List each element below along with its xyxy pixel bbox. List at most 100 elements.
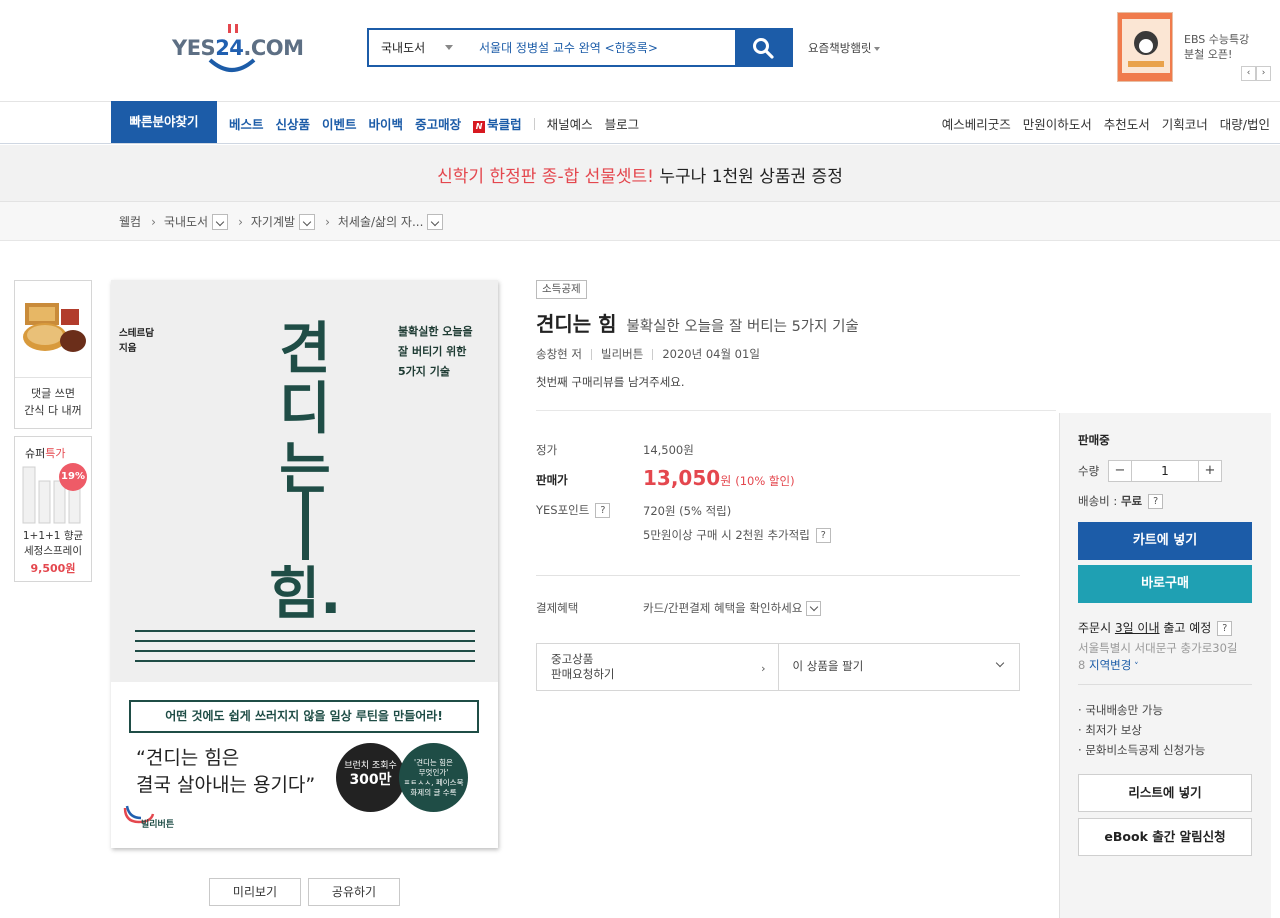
cover-sub1: 불확실한 오늘을 — [398, 325, 473, 338]
benefit-item: · 최저가 보상 — [1078, 723, 1142, 737]
delivery-c: 출고 예정 — [1159, 621, 1212, 635]
breadcrumb-dropdown-icon[interactable] — [299, 213, 316, 230]
used-request-button[interactable]: 중고상품 판매요청하기 › — [537, 644, 778, 690]
cover-author: 스테르담 지음 — [119, 326, 154, 356]
breadcrumb-dropdown-icon[interactable] — [212, 213, 229, 230]
search-category-select[interactable]: 국내도서 — [369, 30, 467, 65]
panel-divider — [1078, 684, 1252, 685]
sale-price-value: 13,050 — [643, 466, 721, 490]
nav-bulk-corporate[interactable]: 대량/법인 — [1220, 114, 1270, 133]
nav-blog[interactable]: 블로그 — [605, 114, 640, 133]
ebs-book-cover-image — [1118, 13, 1172, 81]
cover-feature-circle: '견디는 힘은 무엇인가' ㅍㅌㅅㅅ, 페이스북 화제의 글 수록 — [399, 743, 468, 812]
yes24-logo[interactable]: YES24.COM — [170, 22, 310, 74]
search-button[interactable] — [735, 30, 791, 65]
product-author[interactable]: 송창현 저 — [536, 346, 582, 362]
add-to-cart-button[interactable]: 카트에 넣기 — [1078, 522, 1252, 560]
super-deal-price: 9,500원 — [30, 562, 76, 575]
sale-price-unit: 원 — [720, 474, 732, 488]
cover-sub2: 잘 버티기 위한 — [398, 345, 467, 358]
next-arrow-icon[interactable]: › — [1256, 66, 1271, 81]
ebs-book-thumbnail[interactable] — [1117, 12, 1173, 82]
cover-circle1-b: 300만 — [349, 772, 392, 788]
sell-this-button[interactable]: 이 상품을 팔기 — [777, 644, 1020, 690]
benefit-item: · 문화비소득공제 신청가능 — [1078, 743, 1206, 757]
book-cover[interactable]: 스테르담 지음 불확실한 오늘을 잘 버티기 위한 5가지 기술 견 디 는 힘… — [111, 280, 498, 848]
side-ad-snack[interactable]: 댓글 쓰면 간식 다 내꺼 — [14, 280, 92, 429]
review-cta[interactable]: 첫번째 구매리뷰를 남겨주세요. — [536, 374, 685, 390]
cover-quote: “견디는 힘은 결국 살아내는 용기다” — [136, 745, 315, 799]
quick-category-button[interactable]: 빠른분야찾기 — [111, 101, 217, 143]
cover-circle2-a: '견디는 힘은 — [414, 758, 453, 767]
help-icon[interactable]: ? — [815, 528, 831, 543]
nav-best[interactable]: 베스트 — [229, 114, 264, 133]
breadcrumb-dropdown-icon[interactable] — [427, 213, 444, 230]
yes-point-label: YES포인트 — [536, 503, 590, 517]
delivery-days: 3일 이내 — [1114, 621, 1160, 635]
breadcrumb-domestic[interactable]: 국내도서 — [164, 213, 208, 230]
nav-goods[interactable]: 예스베리굿즈 — [942, 114, 1011, 133]
cover-title-end: 힘. — [267, 565, 343, 625]
qty-plus-button[interactable]: + — [1198, 460, 1222, 482]
yes-point-value: 720원 (5% 적립) — [643, 504, 732, 518]
search-input[interactable] — [467, 30, 735, 65]
buy-now-button[interactable]: 바로구매 — [1078, 565, 1252, 603]
side-ad-super-deal[interactable]: 슈퍼특가 19% 1+1+1 향균 세정스프레이 9,500원 — [14, 436, 92, 582]
qty-minus-button[interactable]: − — [1108, 460, 1132, 482]
nav-special-corner[interactable]: 기획코너 — [1162, 114, 1208, 133]
tax-deduction-badge: 소득공제 — [536, 280, 587, 299]
chevron-down-icon — [995, 658, 1005, 668]
sell-label: 이 상품을 팔기 — [792, 659, 864, 673]
add-to-list-button[interactable]: 리스트에 넣기 — [1078, 774, 1252, 812]
benefit-text: 국내배송만 가능 — [1085, 703, 1164, 717]
help-icon[interactable]: ? — [1217, 621, 1233, 636]
nav-buyback[interactable]: 바이백 — [369, 114, 404, 133]
sale-status: 판매중 — [1078, 433, 1110, 447]
help-icon[interactable]: ? — [595, 503, 611, 518]
address-line1: 서울특별시 서대문구 충가로30길 — [1078, 641, 1238, 655]
nav-bookclub[interactable]: N 북클럽 — [473, 114, 522, 133]
payment-benefit-row[interactable]: 카드/간편결제 혜택을 확인하세요 — [643, 600, 822, 616]
breadcrumb-self-help[interactable]: 자기계발 — [251, 213, 295, 230]
panel-benefits-list: · 국내배송만 가능 · 최저가 보상 · 문화비소득공제 신청가능 — [1078, 700, 1205, 760]
ebs-promo-line1: EBS 수능특강 — [1184, 33, 1250, 46]
share-button[interactable]: 공유하기 — [308, 878, 400, 906]
promo-banner-text[interactable]: 신학기 한정판 종-합 선물셋트! 누구나 1천원 상품권 증정 — [0, 162, 1280, 187]
search-category-label: 국내도서 — [381, 41, 426, 55]
ebs-promo-text[interactable]: EBS 수능특강 분철 오픈! — [1184, 32, 1249, 62]
nav-recommended[interactable]: 추천도서 — [1104, 114, 1150, 133]
nav-channel-yes[interactable]: 채널예스 — [547, 114, 593, 133]
sale-price-label: 판매가 — [536, 473, 568, 487]
cover-subtitle: 불확실한 오늘을 잘 버티기 위한 5가지 기술 — [398, 322, 473, 382]
yes-point-extra: 5만원이상 구매 시 2천원 추가적립 — [643, 528, 810, 542]
payment-benefit: 카드/간편결제 혜택을 확인하세요 — [643, 601, 803, 615]
change-region-link[interactable]: 지역변경 — [1089, 658, 1131, 672]
nav-new[interactable]: 신상품 — [276, 114, 311, 133]
cover-circle2-c: ㅍㅌㅅㅅ, 페이스북 — [403, 778, 464, 787]
nav-event[interactable]: 이벤트 — [322, 114, 357, 133]
breadcrumb-life[interactable]: 처세술/삶의 자... — [338, 213, 424, 230]
delivery-address: 서울특별시 서대문구 충가로30길 8 지역변경 ˅ — [1078, 640, 1237, 676]
yes-point-extra-row: 5만원이상 구매 시 2천원 추가적립? — [643, 527, 831, 543]
chevron-down-icon: ˅ — [1131, 662, 1139, 672]
qty-input[interactable] — [1132, 460, 1198, 482]
caret-down-icon — [445, 45, 453, 50]
delivery-estimate: 주문시 3일 이내 출고 예정? — [1078, 619, 1233, 636]
sale-price-row: 13,050원 (10% 할인) — [643, 466, 795, 490]
yes-point-label-row: YES포인트? — [536, 502, 611, 518]
product-subtitle: 불확실한 오늘을 잘 버티는 5가지 기술 — [626, 319, 859, 335]
breadcrumb-home[interactable]: 웰컴 — [119, 213, 141, 230]
cover-rule — [135, 630, 475, 632]
preview-button[interactable]: 미리보기 — [209, 878, 301, 906]
meta-separator — [590, 348, 592, 360]
hot-books-dropdown[interactable]: 요즘책방햄릿 — [808, 40, 881, 56]
product-date: 2020년 04월 01일 — [662, 347, 760, 361]
search-bar: 국내도서 — [367, 28, 793, 67]
help-icon[interactable]: ? — [1148, 494, 1164, 509]
nav-used-store[interactable]: 중고매장 — [415, 114, 461, 133]
nav-under-10000[interactable]: 만원이하도서 — [1023, 114, 1092, 133]
meta-separator — [652, 348, 654, 360]
product-publisher[interactable]: 빌리버튼 — [601, 346, 643, 362]
ebook-notify-button[interactable]: eBook 출간 알림신청 — [1078, 818, 1252, 856]
prev-arrow-icon[interactable]: ‹ — [1241, 66, 1256, 81]
